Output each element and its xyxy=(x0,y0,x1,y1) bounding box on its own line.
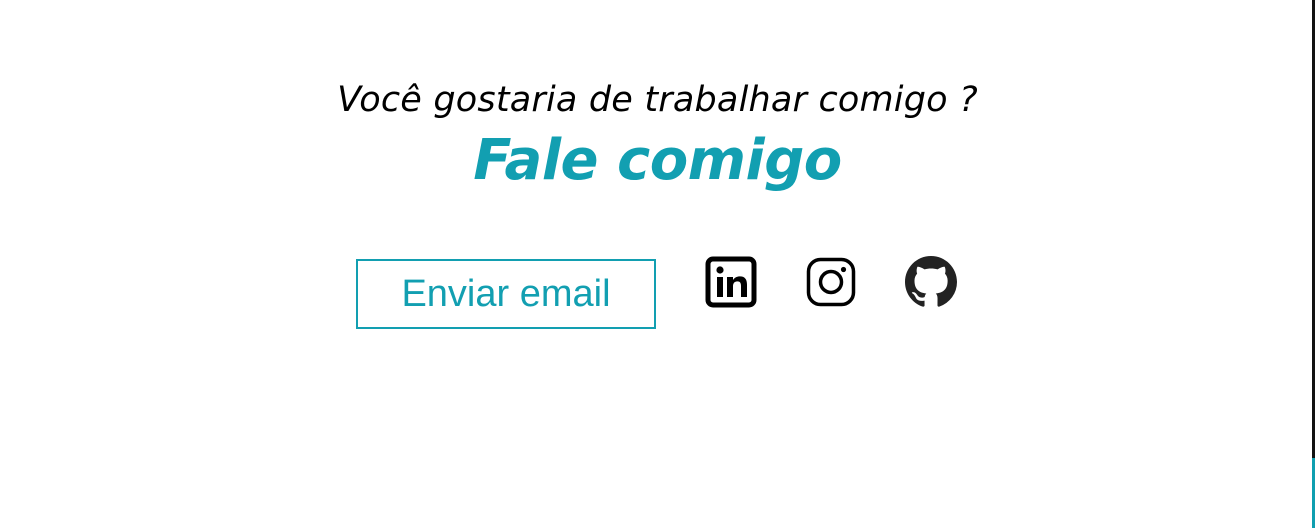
linkedin-icon xyxy=(705,256,757,308)
github-icon xyxy=(905,256,957,308)
contact-headline: Fale comigo xyxy=(473,128,842,193)
instagram-link[interactable] xyxy=(805,256,857,308)
github-link[interactable] xyxy=(905,256,957,308)
instagram-icon xyxy=(805,256,857,308)
send-email-button[interactable]: Enviar email xyxy=(356,259,656,329)
linkedin-link[interactable] xyxy=(705,256,757,308)
contact-section: Você gostaria de trabalhar comigo ? Fale… xyxy=(0,0,1315,528)
contact-question: Você gostaria de trabalhar comigo ? xyxy=(337,80,978,120)
